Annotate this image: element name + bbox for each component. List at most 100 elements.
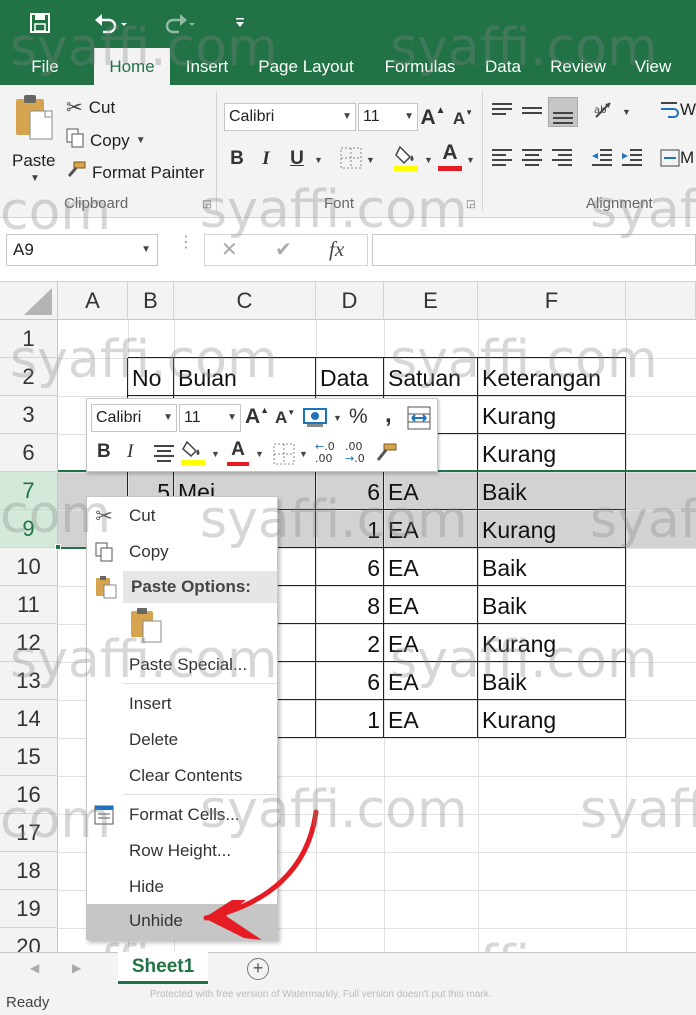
format-as-table-icon[interactable] bbox=[407, 406, 431, 435]
row-header-15[interactable]: 15 bbox=[0, 738, 58, 776]
chevron-down-icon[interactable]: ▼ bbox=[136, 135, 146, 146]
increase-decimal-icon[interactable]: ←.0.00 bbox=[315, 441, 335, 465]
mini-font-name-combo[interactable]: Calibri ▼ bbox=[91, 404, 177, 432]
chevron-down-icon[interactable]: ▼ bbox=[333, 413, 342, 423]
cell-satuan[interactable]: EA bbox=[388, 665, 474, 699]
decrease-indent-icon[interactable] bbox=[590, 147, 614, 174]
cell-header-keterangan[interactable]: Keterangan bbox=[482, 361, 622, 395]
chevron-down-icon[interactable]: ▼ bbox=[424, 155, 433, 165]
row-header-20[interactable]: 20 bbox=[0, 928, 58, 952]
copy-button[interactable]: Copy ▼ bbox=[66, 128, 146, 153]
align-middle-icon[interactable] bbox=[520, 101, 544, 128]
column-header-b[interactable]: B bbox=[128, 282, 174, 320]
increase-indent-icon[interactable] bbox=[620, 147, 644, 174]
font-size-combo[interactable]: 11 ▼ bbox=[358, 103, 418, 131]
select-all-button[interactable] bbox=[0, 282, 58, 320]
paste-default-button[interactable] bbox=[129, 607, 165, 645]
mini-font-size-combo[interactable]: 11 ▼ bbox=[179, 404, 241, 432]
mini-bold-button[interactable]: B bbox=[97, 441, 111, 463]
scroll-right-icon[interactable]: ▶ bbox=[72, 961, 81, 975]
cell-data[interactable]: 6 bbox=[320, 475, 380, 509]
mini-italic-button[interactable]: I bbox=[127, 441, 133, 463]
mini-center-align-icon[interactable] bbox=[153, 443, 175, 468]
cancel-icon[interactable]: ✕ bbox=[221, 237, 238, 262]
name-box[interactable]: A9 ▼ bbox=[6, 234, 158, 266]
accounting-format-icon[interactable] bbox=[303, 405, 329, 434]
cell-satuan[interactable]: EA bbox=[388, 551, 474, 585]
row-header-1[interactable]: 1 bbox=[0, 320, 58, 358]
cell-data[interactable]: 6 bbox=[320, 665, 380, 699]
column-header-a[interactable]: A bbox=[58, 282, 128, 320]
cell-keterangan[interactable]: Kurang bbox=[482, 627, 622, 661]
menu-item-cut[interactable]: ✂ Cut bbox=[87, 499, 277, 533]
menu-item-hide[interactable]: Hide bbox=[87, 870, 277, 904]
align-left-icon[interactable] bbox=[490, 147, 514, 174]
menu-item-insert[interactable]: Insert bbox=[87, 687, 277, 721]
formula-input[interactable] bbox=[372, 234, 696, 266]
row-header-3[interactable]: 3 bbox=[0, 396, 58, 434]
font-color-button[interactable]: A bbox=[438, 141, 462, 173]
bold-button[interactable]: B bbox=[226, 145, 248, 173]
menu-item-clear-contents[interactable]: Clear Contents bbox=[87, 759, 277, 793]
align-top-icon[interactable] bbox=[490, 101, 514, 128]
cell-satuan[interactable]: EA bbox=[388, 627, 474, 661]
row-header-19[interactable]: 19 bbox=[0, 890, 58, 928]
cell-satuan[interactable]: EA bbox=[388, 589, 474, 623]
row-header-14[interactable]: 14 bbox=[0, 700, 58, 738]
chevron-down-icon[interactable]: ▼ bbox=[211, 449, 220, 459]
redo-icon[interactable] bbox=[156, 8, 200, 38]
cell-keterangan[interactable]: Baik bbox=[482, 589, 622, 623]
chevron-down-icon[interactable]: ▼ bbox=[255, 449, 264, 459]
tab-formulas[interactable]: Formulas bbox=[376, 48, 464, 85]
mini-borders-icon[interactable] bbox=[273, 443, 295, 470]
chevron-down-icon[interactable]: ▼ bbox=[466, 155, 475, 165]
align-right-icon[interactable] bbox=[550, 147, 574, 174]
comma-style-button[interactable]: , bbox=[385, 401, 392, 429]
mini-font-color-button[interactable]: A bbox=[227, 439, 249, 469]
menu-item-delete[interactable]: Delete bbox=[87, 723, 277, 757]
menu-item-unhide[interactable]: Unhide bbox=[87, 904, 277, 939]
fill-color-icon[interactable] bbox=[394, 143, 420, 178]
underline-button[interactable]: U bbox=[286, 145, 308, 173]
tab-insert[interactable]: Insert bbox=[176, 48, 238, 85]
percent-style-button[interactable]: % bbox=[349, 405, 368, 429]
decrease-decimal-icon[interactable]: .00 →.0 bbox=[345, 441, 365, 465]
menu-item-format-cells[interactable]: Format Cells... bbox=[87, 798, 277, 832]
paste-button[interactable]: Paste ▼ bbox=[8, 93, 58, 189]
customize-qat-icon[interactable] bbox=[228, 8, 252, 38]
cell-data[interactable]: 6 bbox=[320, 551, 380, 585]
cell-header-data[interactable]: Data bbox=[320, 361, 380, 395]
chevron-down-icon[interactable]: ▼ bbox=[366, 155, 375, 165]
format-painter-button[interactable]: Format Painter bbox=[66, 161, 204, 184]
column-header-d[interactable]: D bbox=[316, 282, 384, 320]
chevron-down-icon[interactable]: ▼ bbox=[299, 449, 308, 459]
fill-handle[interactable] bbox=[55, 544, 61, 550]
dialog-launcher-icon[interactable]: ◲ bbox=[466, 199, 475, 210]
scroll-left-icon[interactable]: ◀ bbox=[30, 961, 39, 975]
dialog-launcher-icon[interactable]: ◲ bbox=[202, 199, 211, 210]
tab-review[interactable]: Review bbox=[544, 48, 612, 85]
cell-keterangan[interactable]: Baik bbox=[482, 475, 622, 509]
mini-fill-color-icon[interactable] bbox=[181, 439, 207, 472]
merge-center-icon[interactable]: M bbox=[660, 147, 694, 169]
cell-header-satuan[interactable]: Satuan bbox=[388, 361, 474, 395]
increase-font-size-button[interactable]: A ▲ bbox=[420, 105, 445, 131]
cell-keterangan[interactable]: Kurang bbox=[482, 437, 622, 471]
italic-button[interactable]: I bbox=[256, 145, 276, 173]
tab-data[interactable]: Data bbox=[478, 48, 528, 85]
tab-file[interactable]: File bbox=[18, 48, 72, 85]
tab-view[interactable]: View bbox=[626, 48, 680, 85]
chevron-down-icon[interactable]: ▼ bbox=[622, 107, 631, 117]
column-header-e[interactable]: E bbox=[384, 282, 478, 320]
undo-icon[interactable] bbox=[88, 8, 132, 38]
row-header-16[interactable]: 16 bbox=[0, 776, 58, 814]
increase-font-size-icon[interactable]: A▲ bbox=[245, 405, 269, 429]
menu-item-copy[interactable]: Copy bbox=[87, 535, 277, 569]
column-header-f[interactable]: F bbox=[478, 282, 626, 320]
borders-icon[interactable] bbox=[340, 147, 362, 174]
cell-keterangan[interactable]: Baik bbox=[482, 551, 622, 585]
menu-item-paste-special[interactable]: Paste Special... bbox=[87, 648, 277, 682]
insert-function-icon[interactable]: fx bbox=[329, 237, 344, 262]
cut-button[interactable]: ✂ Cut bbox=[66, 95, 115, 120]
cell-data[interactable]: 1 bbox=[320, 703, 380, 737]
